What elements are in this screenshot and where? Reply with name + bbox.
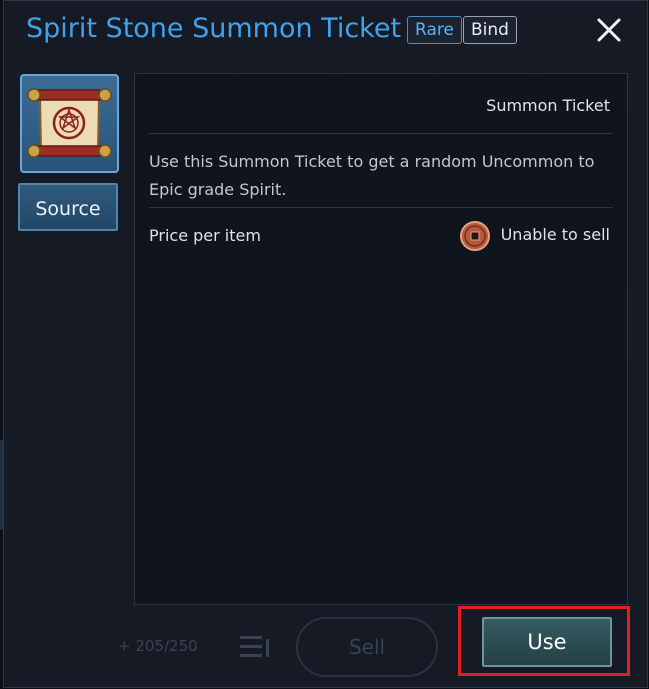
sell-status: Unable to sell [500,225,610,244]
coin-icon [459,220,491,252]
source-button[interactable]: Source [18,183,118,231]
sort-icon [238,633,272,661]
item-detail-popup: Spirit Stone Summon Ticket Rare Bind Sou… [3,0,648,688]
background-sell-button: Sell [296,617,438,677]
item-details-panel: Summon Ticket Use this Summon Ticket to … [134,73,628,605]
inventory-count: + 205/250 [118,637,198,655]
item-description: Use this Summon Ticket to get a random U… [149,152,595,199]
bind-badge: Bind [463,16,517,44]
divider [149,207,613,208]
summon-scroll-icon [20,74,119,173]
inventory-count-value: 205/250 [135,637,198,655]
item-title: Spirit Stone Summon Ticket [26,13,402,44]
rarity-badge: Rare [407,16,462,44]
use-button[interactable]: Use [482,617,612,667]
price-label: Price per item [149,226,261,245]
divider [149,133,613,134]
close-icon[interactable] [592,13,626,47]
item-type: Summon Ticket [486,96,610,115]
